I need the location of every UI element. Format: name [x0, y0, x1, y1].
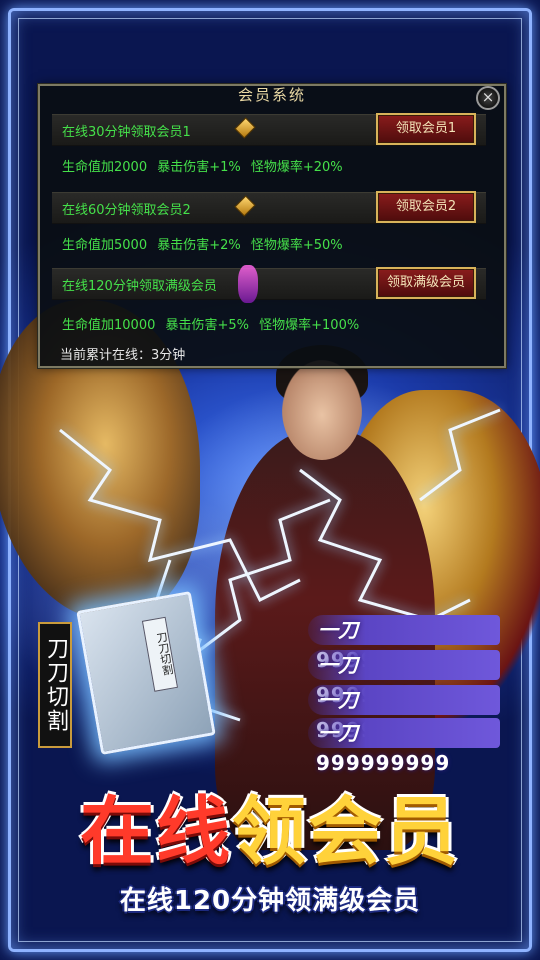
damage-label: 一刀	[318, 618, 358, 642]
claim-max-member-button[interactable]: 领取满级会员	[376, 267, 476, 299]
lightning-bolt	[299, 468, 471, 622]
member-row-label: 在线30分钟领取会员1	[62, 125, 191, 140]
total-online-time: 当前累计在线：3分钟	[60, 348, 186, 363]
member-row-desc: 生命值加5000 暴击伤害+2% 怪物爆率+50%	[62, 238, 343, 253]
member-row-label: 在线60分钟领取会员2	[62, 203, 191, 218]
headline-part2: 领会员	[232, 789, 460, 875]
member-row-desc: 生命值加10000 暴击伤害+5% 怪物爆率+100%	[62, 318, 360, 333]
close-icon[interactable]: ×	[476, 86, 500, 110]
skill-book-cover-label: 刀刀切割	[141, 616, 179, 692]
member-system-panel: 会员系统 在线30分钟领取会员1 领取会员1 生命值加2000 暴击伤害+1% …	[38, 84, 506, 368]
member-row-label: 在线120分钟领取满级会员	[62, 279, 217, 294]
gem-icon	[234, 195, 256, 217]
skill-book-tag: 刀刀切割	[38, 622, 72, 748]
damage-label: 一刀	[318, 653, 358, 677]
game-scene: 刀刀切割 刀刀切割 会员系统 在线30分钟领取会员1 领取会员1 生命值加200…	[0, 0, 540, 960]
damage-line: 一刀999999999	[308, 650, 500, 707]
claim-member-2-button[interactable]: 领取会员2	[376, 191, 476, 223]
flower-icon	[238, 265, 258, 303]
member-row-desc: 生命值加2000 暴击伤害+1% 怪物爆率+20%	[62, 160, 343, 175]
claim-member-1-button[interactable]: 领取会员1	[376, 113, 476, 145]
headline: 在线领会员	[0, 772, 540, 879]
damage-label: 一刀	[318, 721, 358, 745]
member-row-2: 在线60分钟领取会员2 领取会员2	[52, 191, 486, 224]
panel-title: 会员系统	[237, 86, 306, 104]
subline: 在线120分钟领满级会员	[119, 886, 421, 916]
headline-part1: 在线	[80, 789, 232, 875]
damage-line: 一刀999999999	[308, 718, 500, 775]
lightning-bolt	[419, 408, 501, 502]
member-row-3: 在线120分钟领取满级会员 领取满级会员	[52, 265, 486, 303]
damage-label: 一刀	[318, 688, 358, 712]
damage-line: 一刀999999999	[308, 685, 500, 742]
damage-line: 一刀999999999	[308, 615, 500, 672]
gem-icon	[234, 117, 256, 139]
skill-book: 刀刀切割	[76, 591, 216, 755]
lightning-bolt	[59, 428, 301, 603]
member-row-1: 在线30分钟领取会员1 领取会员1	[52, 113, 486, 146]
